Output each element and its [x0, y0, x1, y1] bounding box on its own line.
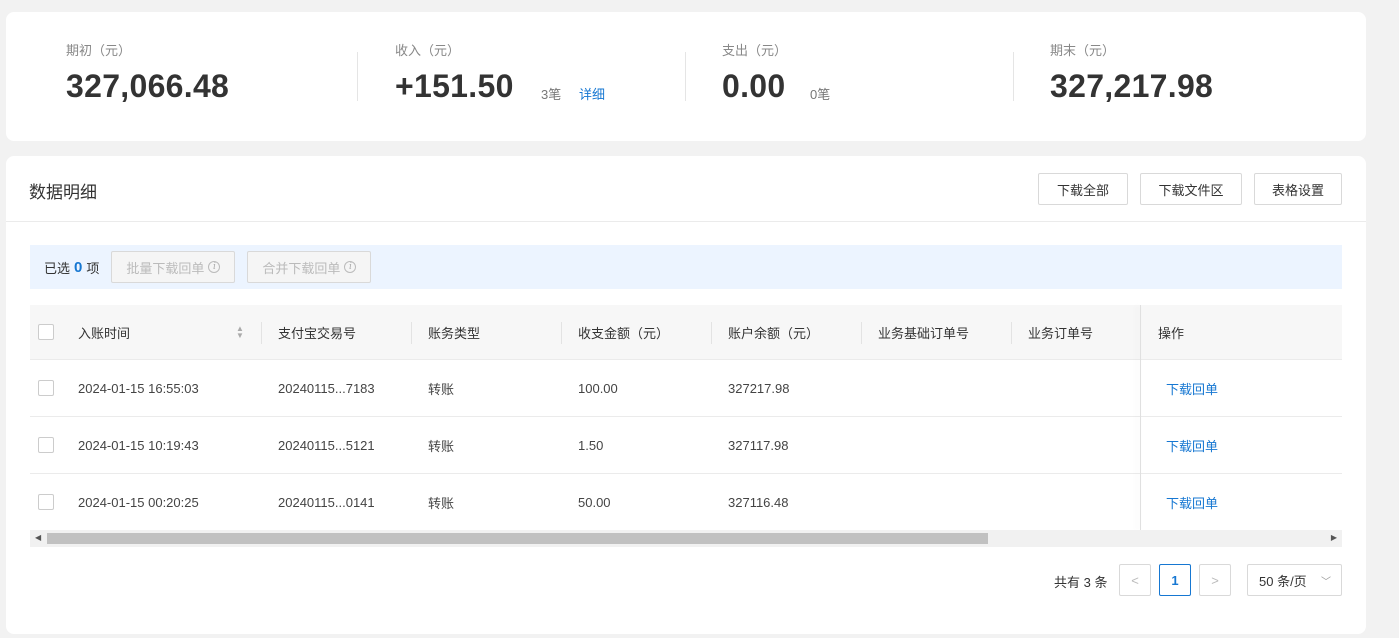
- column-header-action: 操作: [1158, 326, 1185, 341]
- selected-prefix: 已选: [44, 260, 71, 276]
- column-header-amount: 收支金额（元）: [578, 326, 670, 341]
- info-icon: i: [344, 261, 357, 273]
- cell-balance: 327117.98: [728, 437, 789, 453]
- cell-type: 转账: [428, 495, 455, 511]
- selection-bar: 已选 0 项 批量下载回单 i 合并下载回单 i: [30, 245, 1342, 289]
- table-row: 2024-01-15 00:20:25 20240115...0141 转账 5…: [30, 474, 1342, 531]
- download-all-button[interactable]: 下载全部: [1038, 173, 1128, 205]
- table-settings-button[interactable]: 表格设置: [1254, 173, 1342, 205]
- next-page-button[interactable]: >: [1199, 564, 1231, 596]
- selected-suffix: 项: [86, 260, 100, 276]
- row-checkbox[interactable]: [38, 494, 54, 510]
- cell-trade-no: 20240115...7183: [278, 380, 375, 396]
- row-checkbox[interactable]: [38, 380, 54, 396]
- expense-label: 支出（元）: [722, 43, 788, 58]
- prev-page-button[interactable]: <: [1119, 564, 1151, 596]
- expense-value: 0.00: [722, 68, 786, 104]
- column-header-balance: 账户余额（元）: [728, 326, 820, 341]
- cell-type: 转账: [428, 381, 455, 397]
- page-1-button[interactable]: 1: [1159, 564, 1191, 596]
- opening-label: 期初（元）: [66, 43, 132, 58]
- detail-title: 数据明细: [29, 183, 97, 202]
- pagination-total: 共有 3 条: [1054, 575, 1108, 590]
- column-header-type: 账务类型: [428, 326, 481, 341]
- page-size-select[interactable]: 50 条/页 ﹀: [1247, 564, 1342, 596]
- cell-time: 2024-01-15 00:20:25: [78, 494, 199, 510]
- cell-amount: 50.00: [578, 494, 611, 510]
- income-detail-link[interactable]: 详细: [579, 84, 605, 103]
- income-label: 收入（元）: [395, 43, 461, 58]
- selected-count: 0: [74, 258, 83, 276]
- closing-value: 327,217.98: [1050, 68, 1214, 104]
- merge-download-label: 合并下载回单: [262, 260, 341, 276]
- expense-count: 0笔: [810, 87, 831, 102]
- column-header-time[interactable]: 入账时间: [78, 305, 130, 360]
- cell-amount: 1.50: [578, 437, 604, 453]
- select-all-checkbox[interactable]: [38, 324, 54, 340]
- closing-label: 期末（元）: [1050, 43, 1116, 58]
- column-separator: [711, 322, 712, 344]
- column-header-order: 业务订单号: [1028, 326, 1094, 341]
- income-value: +151.50: [395, 68, 514, 104]
- divider: [685, 52, 686, 101]
- column-separator: [411, 322, 412, 344]
- divider: [357, 52, 358, 101]
- info-icon: i: [208, 261, 221, 273]
- income-count: 3笔: [541, 87, 562, 102]
- download-area-button[interactable]: 下载文件区: [1140, 173, 1242, 205]
- scroll-left-icon[interactable]: ◀: [35, 533, 41, 542]
- table-row: 2024-01-15 16:55:03 20240115...7183 转账 1…: [30, 360, 1342, 417]
- column-separator: [861, 322, 862, 344]
- column-header-base-order: 业务基础订单号: [878, 326, 970, 341]
- scroll-thumb[interactable]: [47, 533, 988, 544]
- download-receipt-link[interactable]: 下载回单: [1166, 360, 1218, 416]
- batch-download-button[interactable]: 批量下载回单 i: [111, 251, 236, 283]
- chevron-down-icon: ﹀: [1321, 577, 1331, 588]
- detail-card: 数据明细 下载全部 下载文件区 表格设置 已选 0 项 批量下载回单 i 合并下…: [6, 156, 1366, 634]
- row-checkbox[interactable]: [38, 437, 54, 453]
- cell-time: 2024-01-15 16:55:03: [78, 380, 199, 396]
- column-separator: [1011, 322, 1012, 344]
- cell-trade-no: 20240115...5121: [278, 437, 375, 453]
- table-header: 入账时间 ▲ ▼ 支付宝交易号 账务类型 收支金额（元） 账户余额（元） 业务基础…: [30, 305, 1342, 360]
- column-separator: [261, 322, 262, 344]
- batch-download-label: 批量下载回单: [126, 260, 205, 276]
- cell-time: 2024-01-15 10:19:43: [78, 437, 199, 453]
- cell-balance: 327116.48: [728, 494, 789, 510]
- merge-download-button[interactable]: 合并下载回单 i: [247, 251, 372, 283]
- cell-amount: 100.00: [578, 380, 618, 396]
- fixed-column-shadow: [1140, 305, 1141, 531]
- download-receipt-link[interactable]: 下载回单: [1166, 417, 1218, 473]
- cell-trade-no: 20240115...0141: [278, 494, 375, 510]
- sort-icon[interactable]: ▲ ▼: [236, 325, 244, 340]
- opening-value: 327,066.48: [66, 68, 230, 104]
- horizontal-scrollbar[interactable]: ◀ ▶: [30, 530, 1342, 547]
- column-separator: [561, 322, 562, 344]
- cell-balance: 327217.98: [728, 380, 790, 396]
- divider: [1013, 52, 1014, 101]
- page-size-value: 50 条/页: [1259, 573, 1307, 589]
- column-header-trade-no: 支付宝交易号: [278, 326, 357, 341]
- summary-card: 期初（元） 327,066.48 收入（元） +151.50 3笔 详细 支出（…: [6, 12, 1366, 141]
- cell-type: 转账: [428, 438, 455, 454]
- divider: [6, 221, 1366, 222]
- scroll-right-icon[interactable]: ▶: [1331, 533, 1337, 542]
- download-receipt-link[interactable]: 下载回单: [1166, 474, 1218, 530]
- table-row: 2024-01-15 10:19:43 20240115...5121 转账 1…: [30, 417, 1342, 474]
